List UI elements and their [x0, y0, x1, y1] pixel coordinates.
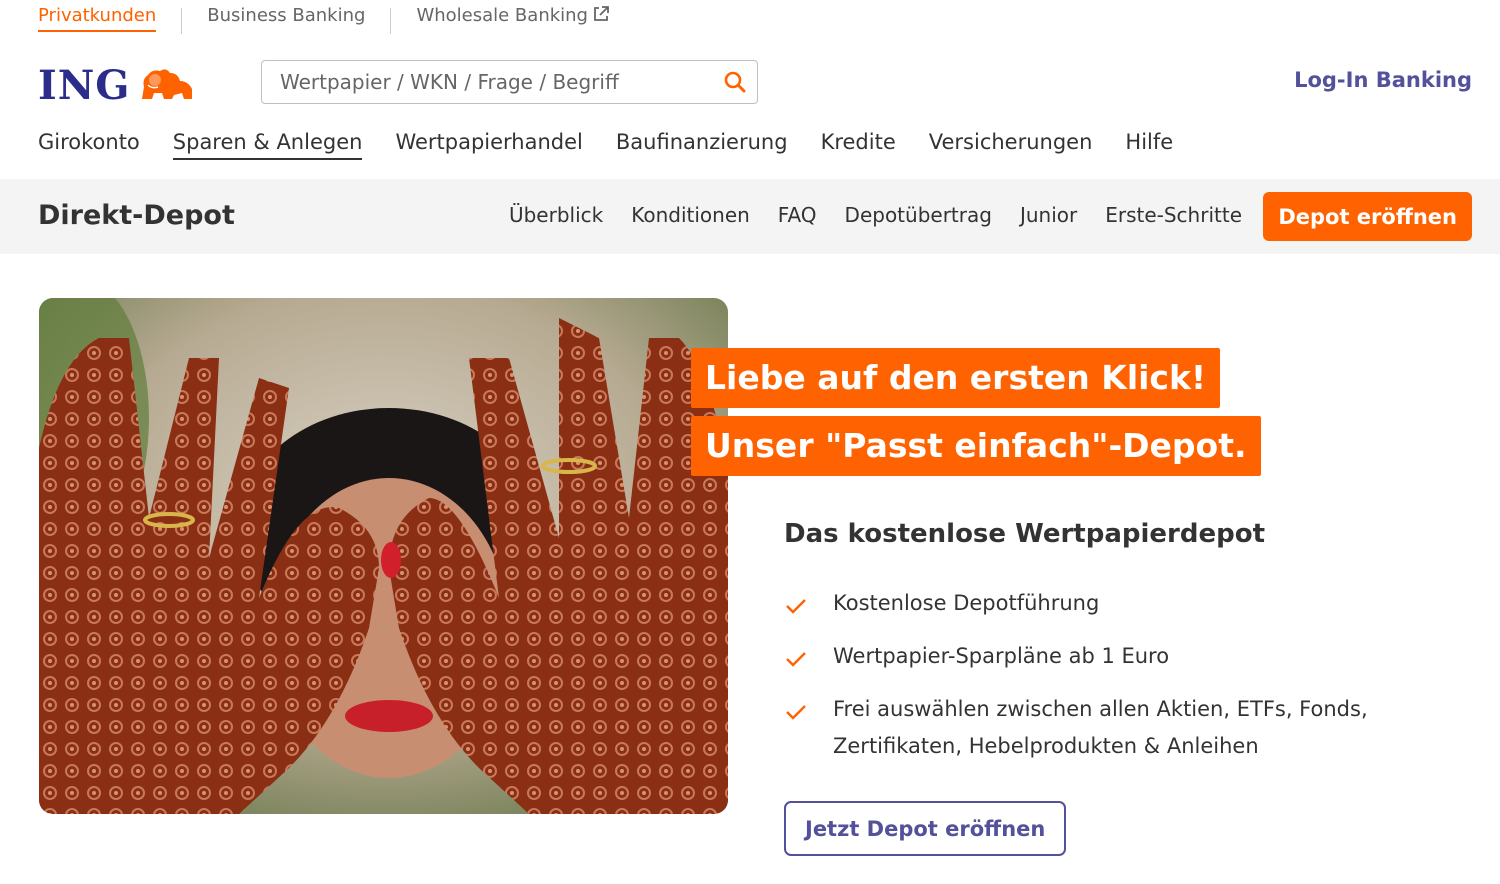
subnav-konditionen[interactable]: Konditionen	[631, 203, 750, 227]
site-search	[261, 60, 758, 104]
main-navigation: Girokonto Sparen & Anlegen Wertpapierhan…	[38, 130, 1206, 160]
product-subbar: Direkt-Depot Überblick Konditionen FAQ D…	[0, 179, 1500, 254]
logo-wordmark: ING	[38, 62, 131, 109]
search-input[interactable]	[262, 62, 713, 102]
login-banking-link[interactable]: Log-In Banking	[1294, 68, 1472, 92]
nav-versicherungen[interactable]: Versicherungen	[929, 130, 1093, 160]
segment-bar: Privatkunden Business Banking Wholesale …	[38, 0, 610, 36]
feature-item: Wertpapier-Sparpläne ab 1 Euro	[784, 638, 1464, 675]
check-icon	[784, 644, 808, 681]
open-depot-button[interactable]: Depot eröffnen	[1263, 192, 1472, 241]
nav-hilfe[interactable]: Hilfe	[1125, 130, 1173, 160]
external-link-icon	[592, 5, 610, 28]
segment-business-banking[interactable]: Business Banking	[207, 0, 365, 32]
product-subnav: Überblick Konditionen FAQ Depotübertrag …	[481, 203, 1242, 227]
feature-item: Kostenlose Depotführung	[784, 585, 1464, 622]
segment-divider	[390, 8, 392, 34]
segment-wholesale-label: Wholesale Banking	[416, 5, 588, 26]
segment-privatkunden[interactable]: Privatkunden	[38, 0, 157, 32]
segment-divider	[181, 8, 183, 34]
ing-logo[interactable]: ING	[38, 62, 196, 109]
feature-text: Kostenlose Depotführung	[833, 591, 1100, 615]
feature-text: Wertpapier-Sparpläne ab 1 Euro	[833, 644, 1170, 668]
nav-wertpapierhandel[interactable]: Wertpapierhandel	[395, 130, 582, 160]
segment-wholesale-banking[interactable]: Wholesale Banking	[416, 0, 610, 32]
subnav-ueberblick[interactable]: Überblick	[509, 203, 603, 227]
check-icon	[784, 697, 808, 734]
lion-logo-icon	[138, 65, 196, 107]
nav-girokonto[interactable]: Girokonto	[38, 130, 140, 160]
hero-image	[39, 298, 728, 814]
hero-subheading: Das kostenlose Wertpapierdepot	[784, 519, 1266, 549]
hero-headline-2: Unser "Passt einfach"-Depot.	[691, 416, 1261, 476]
subnav-depotuebertrag[interactable]: Depotübertrag	[845, 203, 992, 227]
check-icon	[784, 591, 808, 628]
feature-item: Frei auswählen zwischen allen Aktien, ET…	[784, 691, 1464, 765]
subnav-faq[interactable]: FAQ	[778, 203, 817, 227]
hero-headline-1: Liebe auf den ersten Klick!	[691, 348, 1220, 408]
search-icon[interactable]	[713, 62, 757, 102]
feature-text: Frei auswählen zwischen allen Aktien, ET…	[833, 697, 1368, 758]
subnav-junior[interactable]: Junior	[1020, 203, 1077, 227]
open-depot-now-button[interactable]: Jetzt Depot eröffnen	[784, 801, 1067, 856]
nav-kredite[interactable]: Kredite	[821, 130, 896, 160]
subnav-erste-schritte[interactable]: Erste-Schritte	[1105, 203, 1242, 227]
feature-list: Kostenlose Depotführung Wertpapier-Sparp…	[784, 585, 1464, 781]
nav-baufinanzierung[interactable]: Baufinanzierung	[616, 130, 788, 160]
page-title: Direkt-Depot	[38, 200, 235, 231]
nav-sparen-anlegen[interactable]: Sparen & Anlegen	[172, 130, 363, 160]
